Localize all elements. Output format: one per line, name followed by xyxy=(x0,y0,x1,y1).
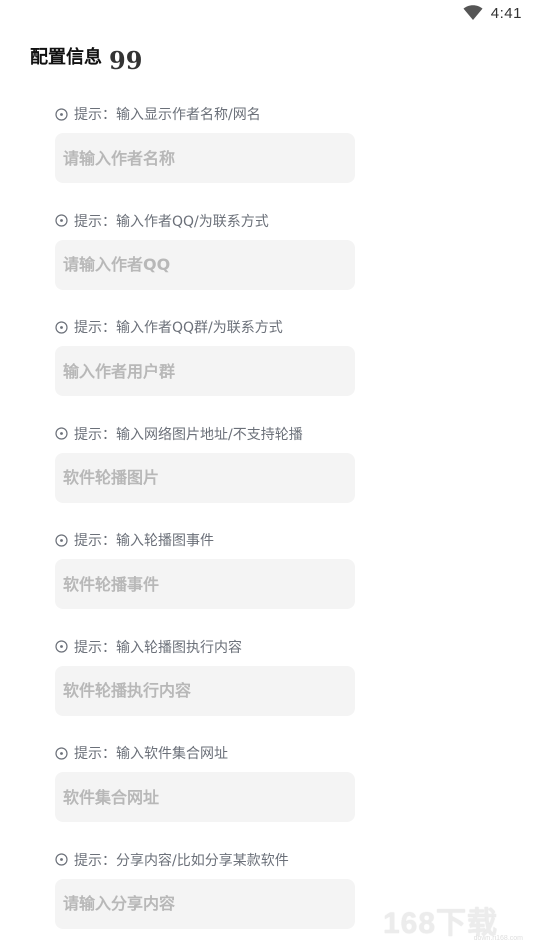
info-circle-icon xyxy=(55,107,68,121)
field-hint: 提示：输入软件集合网址 xyxy=(55,742,228,764)
carousel-image-input[interactable] xyxy=(63,468,347,487)
field-hint: 提示：输入作者QQ/为联系方式 xyxy=(55,210,269,232)
field-hint: 提示：输入轮播图事件 xyxy=(55,529,214,551)
info-circle-icon xyxy=(55,533,68,547)
carousel-event-input[interactable] xyxy=(63,574,347,594)
author-name-input[interactable] xyxy=(63,148,347,168)
field-carousel-content: 提示：输入轮播图执行内容 xyxy=(55,636,355,743)
field-hint: 提示：输入显示作者名称/网名 xyxy=(55,103,261,125)
software-collection-url-input[interactable] xyxy=(63,787,347,807)
screen: 4:41 配置信息 99 提示：输入显示作者名称/网名 提示：输入作者QQ/为联… xyxy=(0,0,533,948)
field-hint: 提示：输入网络图片地址/不支持轮播 xyxy=(55,423,303,445)
page-header: 配置信息 99 xyxy=(30,43,142,73)
field-hint-text: 提示：输入网络图片地址/不支持轮播 xyxy=(74,426,303,443)
info-circle-icon xyxy=(55,853,68,866)
carousel-content-input[interactable] xyxy=(63,681,347,700)
input-box[interactable] xyxy=(55,452,355,503)
wifi-icon xyxy=(463,5,483,20)
input-box[interactable] xyxy=(55,878,355,929)
field-hint-text: 提示：输入显示作者名称/网名 xyxy=(74,107,261,123)
watermark-logo: 168下载 down.ri168.com xyxy=(377,896,527,942)
input-box[interactable] xyxy=(55,346,355,396)
field-author-qq-group: 提示：输入作者QQ群/为联系方式 xyxy=(55,316,355,423)
author-user-group-input[interactable] xyxy=(63,361,347,381)
info-circle-icon xyxy=(55,640,68,653)
info-circle-icon xyxy=(55,427,68,440)
field-author-name: 提示：输入显示作者名称/网名 xyxy=(55,103,355,210)
field-hint-text: 提示：输入轮播图执行内容 xyxy=(74,639,242,656)
status-bar: 4:41 xyxy=(0,0,533,30)
input-box[interactable] xyxy=(55,559,355,609)
page-title: 配置信息 xyxy=(30,47,102,68)
field-author-qq: 提示：输入作者QQ/为联系方式 xyxy=(55,210,355,317)
input-box[interactable] xyxy=(55,772,355,822)
field-hint: 提示：分享内容/比如分享某款软件 xyxy=(55,849,289,871)
field-software-collection-url: 提示：输入软件集合网址 xyxy=(55,742,355,849)
input-box[interactable] xyxy=(55,665,355,716)
field-hint-text: 提示：分享内容/比如分享某款软件 xyxy=(74,852,289,869)
field-hint-text: 提示：输入轮播图事件 xyxy=(74,533,214,549)
field-carousel-image: 提示：输入网络图片地址/不支持轮播 xyxy=(55,423,355,530)
quote-icon: 99 xyxy=(109,46,143,75)
field-hint: 提示：输入作者QQ群/为联系方式 xyxy=(55,316,283,338)
info-circle-icon xyxy=(55,320,68,334)
field-hint-text: 提示：输入作者QQ群/为联系方式 xyxy=(74,320,283,336)
input-box[interactable] xyxy=(55,239,355,290)
info-circle-icon xyxy=(55,214,68,227)
share-content-input[interactable] xyxy=(63,894,347,913)
info-circle-icon xyxy=(55,746,68,760)
field-hint-text: 提示：输入作者QQ/为联系方式 xyxy=(74,213,269,230)
watermark-sub: down.ri168.com xyxy=(473,935,523,942)
config-form: 提示：输入显示作者名称/网名 提示：输入作者QQ/为联系方式 提示：输入作者QQ… xyxy=(55,103,355,948)
field-hint: 提示：输入轮播图执行内容 xyxy=(55,636,242,658)
field-hint-text: 提示：输入软件集合网址 xyxy=(74,746,228,762)
author-qq-input[interactable] xyxy=(63,255,347,274)
field-share-content: 提示：分享内容/比如分享某款软件 xyxy=(55,849,355,948)
field-carousel-event: 提示：输入轮播图事件 xyxy=(55,529,355,636)
status-time: 4:41 xyxy=(490,5,522,22)
input-box[interactable] xyxy=(55,133,355,183)
